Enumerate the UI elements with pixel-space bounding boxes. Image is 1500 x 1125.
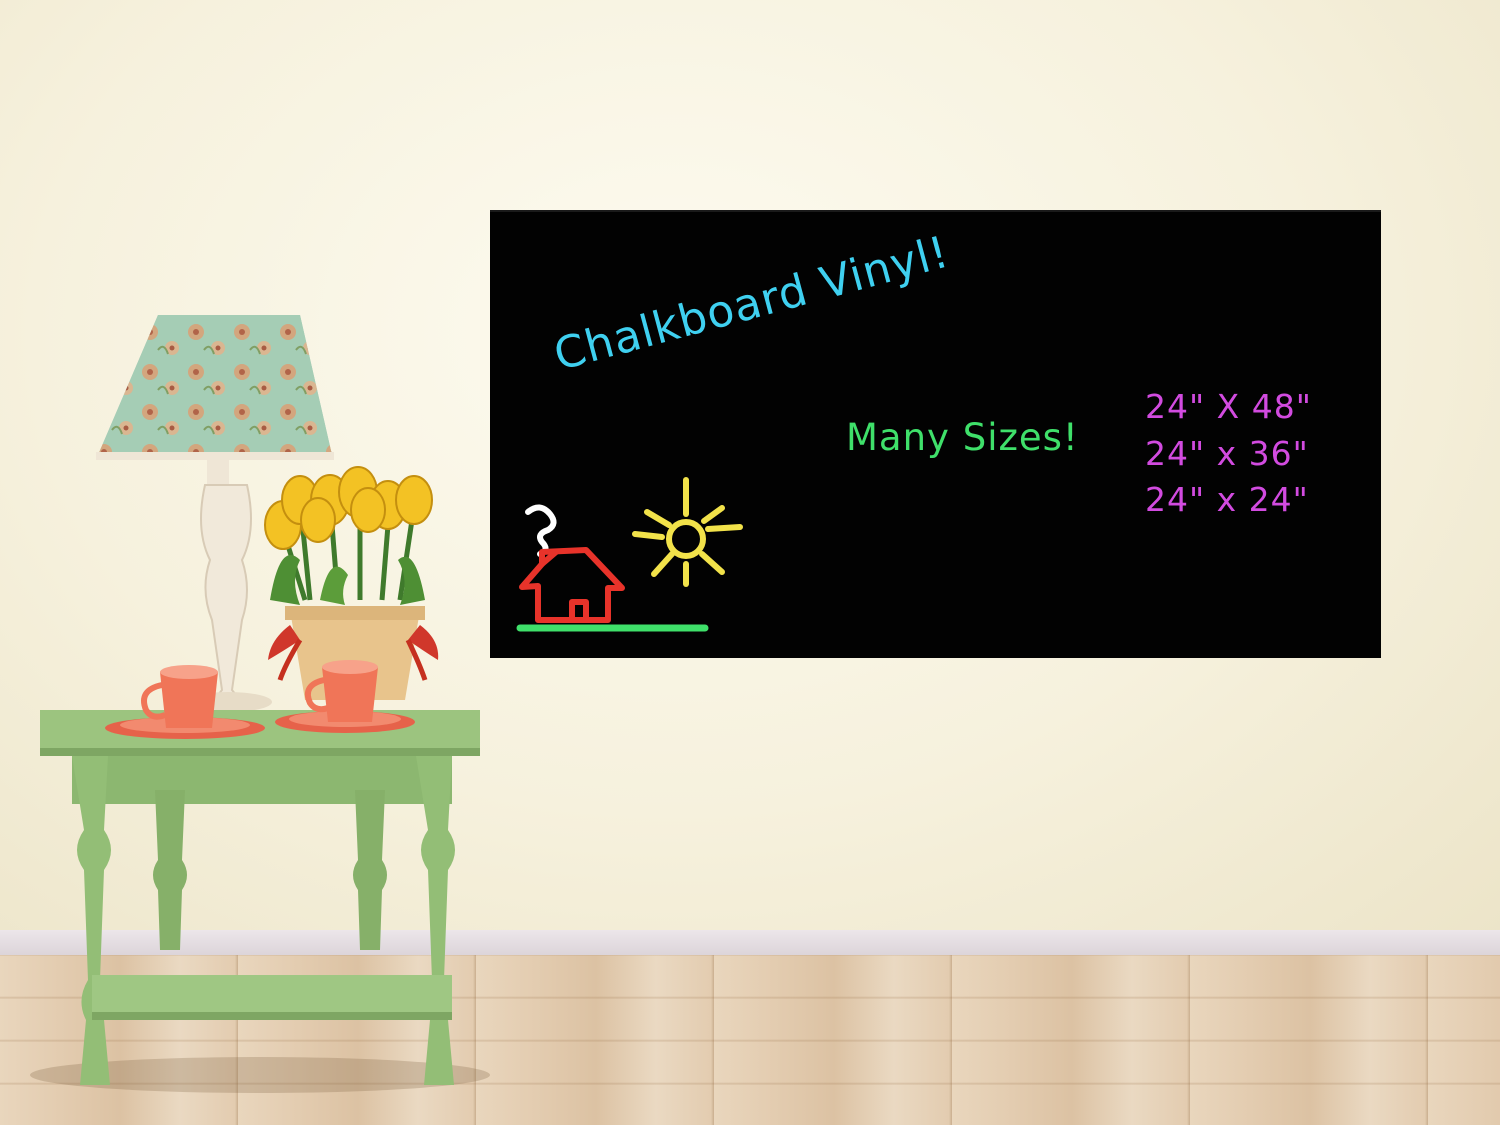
house-drawing bbox=[519, 547, 625, 623]
chalk-drawing bbox=[516, 477, 743, 632]
green-side-table bbox=[40, 710, 480, 1085]
sun-drawing bbox=[632, 477, 743, 587]
chalkboard-vinyl: Chalkboard Vinyl! Many Sizes! 24" X 48" … bbox=[490, 210, 1381, 658]
chimney-smoke bbox=[525, 504, 557, 557]
